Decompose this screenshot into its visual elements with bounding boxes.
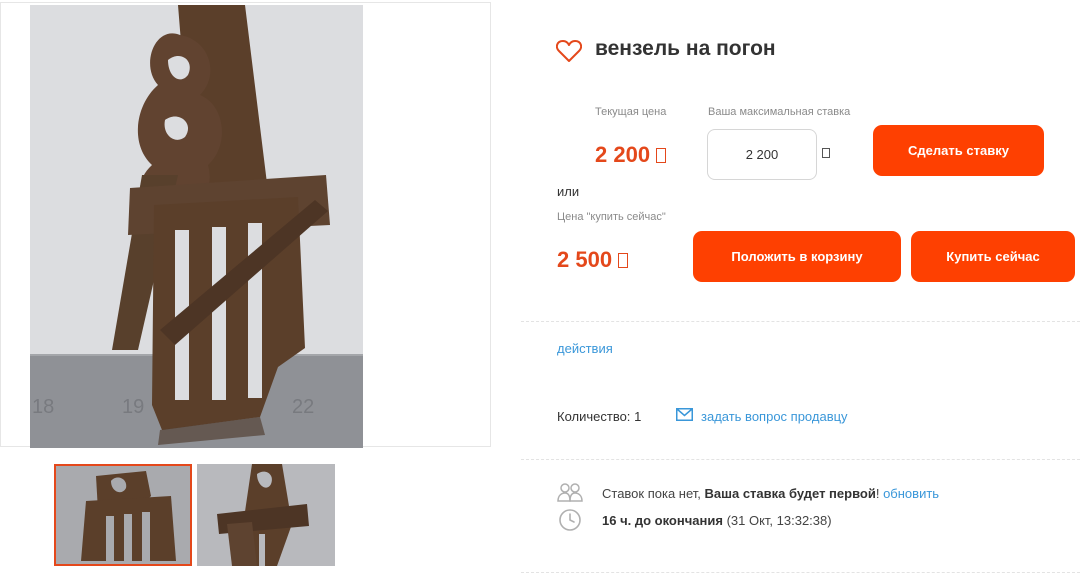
svg-text:22: 22 <box>292 396 314 418</box>
time-left: 16 ч. до окончания (31 Окт, 13:32:38) <box>602 513 832 528</box>
heart-outline-icon[interactable] <box>556 39 582 63</box>
time-left-value: 16 ч. до окончания <box>602 513 723 528</box>
users-icon <box>557 483 583 502</box>
no-bids-text: Ставок пока нет, <box>602 486 701 501</box>
exclamation-text: ! <box>875 486 880 501</box>
divider <box>521 321 1080 322</box>
buy-now-price-label: Цена "купить сейчас" <box>557 211 666 223</box>
ruble-glyph-icon <box>618 253 629 268</box>
max-bid-input[interactable] <box>707 129 817 180</box>
quantity-value: 1 <box>634 409 642 424</box>
ask-seller-link[interactable]: задать вопрос продавцу <box>701 409 848 424</box>
buy-now-price-value: 2 500 <box>557 247 613 272</box>
place-bid-button[interactable]: Сделать ставку <box>873 125 1044 176</box>
monogram-photo-image: 18 19 22 <box>30 5 363 448</box>
divider <box>521 572 1080 573</box>
max-bid-label: Ваша максимальная ставка <box>708 106 851 118</box>
thumbnail-2-image <box>197 464 335 566</box>
current-price-label: Текущая цена <box>595 106 667 118</box>
buy-now-price: 2 500 <box>557 247 629 273</box>
svg-text:19: 19 <box>122 396 144 418</box>
thumbnail-2[interactable] <box>197 464 335 566</box>
refresh-link[interactable]: обновить <box>883 486 939 501</box>
end-time: (31 Окт, 13:32:38) <box>726 513 832 528</box>
current-price: 2 200 <box>595 142 667 168</box>
bid-status: Ставок пока нет, Ваша ставка будет перво… <box>602 486 939 501</box>
ruble-glyph-icon <box>822 148 830 158</box>
main-photo[interactable]: 18 19 22 <box>30 5 363 448</box>
thumbnail-1-image <box>56 466 190 564</box>
envelope-icon[interactable] <box>676 408 693 421</box>
or-separator: или <box>557 184 580 199</box>
svg-text:18: 18 <box>32 396 54 418</box>
divider <box>521 459 1080 460</box>
quantity-row: Количество: 1 <box>557 409 641 424</box>
clock-icon <box>559 509 581 531</box>
first-bid-text: Ваша ставка будет первой <box>704 486 876 501</box>
quantity-label: Количество: <box>557 409 631 424</box>
actions-link[interactable]: действия <box>557 341 613 356</box>
ruble-glyph-icon <box>656 148 667 163</box>
current-price-value: 2 200 <box>595 142 651 167</box>
add-to-cart-button[interactable]: Положить в корзину <box>693 231 901 282</box>
main-photo-frame: 18 19 22 <box>0 2 491 448</box>
buy-now-button[interactable]: Купить сейчас <box>911 231 1075 282</box>
thumbnail-1[interactable] <box>54 464 192 566</box>
lot-title: вензель на погон <box>595 37 776 60</box>
